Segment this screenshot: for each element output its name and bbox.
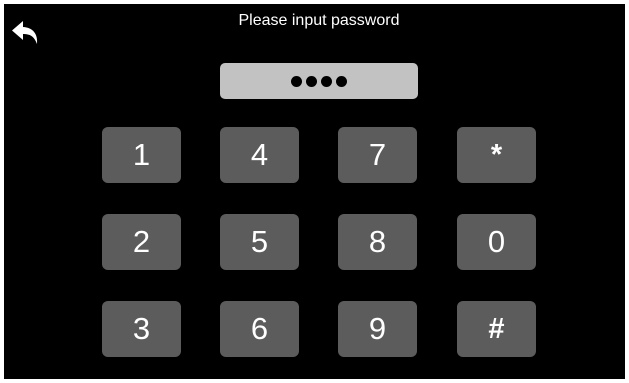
key-2-button[interactable]: 2 xyxy=(102,214,181,270)
password-mask-dot xyxy=(336,75,347,87)
password-mask-dot xyxy=(306,75,317,87)
key-5-button[interactable]: 5 xyxy=(220,214,299,270)
password-field[interactable] xyxy=(220,63,418,99)
key-9-button[interactable]: 9 xyxy=(338,301,417,357)
key-star-button[interactable]: * xyxy=(457,127,536,183)
key-6-button[interactable]: 6 xyxy=(220,301,299,357)
key-1-button[interactable]: 1 xyxy=(102,127,181,183)
key-7-button[interactable]: 7 xyxy=(338,127,417,183)
key-3-button[interactable]: 3 xyxy=(102,301,181,357)
key-hash-button[interactable]: # xyxy=(457,301,536,357)
page-title: Please input password xyxy=(238,12,400,29)
key-0-button[interactable]: 0 xyxy=(457,214,536,270)
password-screen: Please input password 1 2 3 4 5 6 7 8 9 * 0 # xyxy=(4,4,625,379)
key-8-button[interactable]: 8 xyxy=(338,214,417,270)
password-mask-dot xyxy=(291,75,302,87)
key-4-button[interactable]: 4 xyxy=(220,127,299,183)
password-mask-dot xyxy=(321,75,332,87)
